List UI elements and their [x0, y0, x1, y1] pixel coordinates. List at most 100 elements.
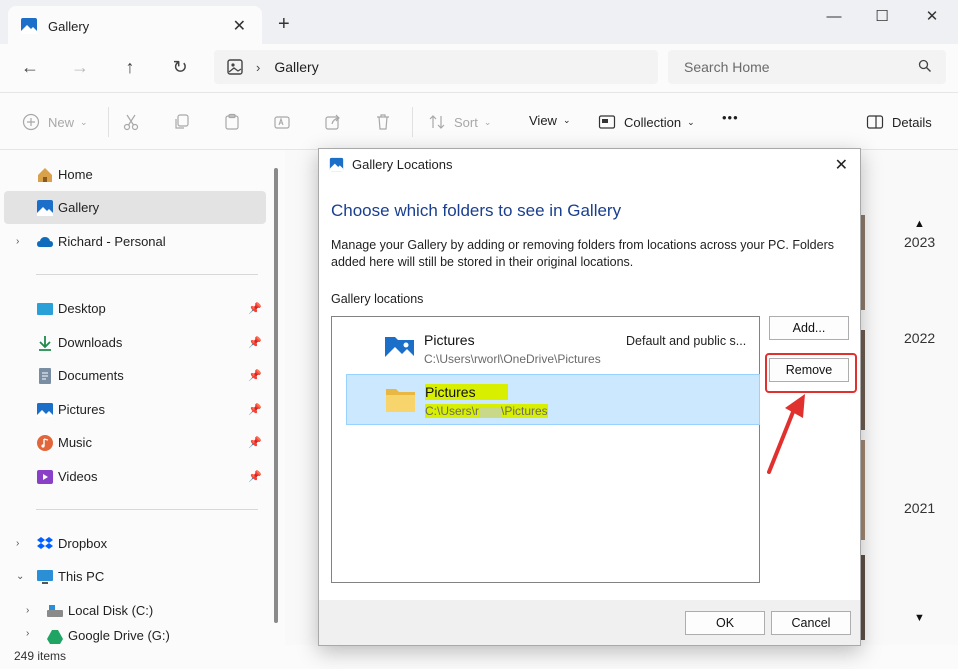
copy-icon[interactable] [173, 113, 191, 131]
search-icon [918, 59, 931, 72]
pin-icon[interactable]: 📌 [248, 403, 262, 416]
cut-icon[interactable] [122, 113, 140, 131]
location-path-end: \Pictures [501, 404, 548, 418]
location-path: C:\Users\r \Pictures [425, 404, 548, 418]
sidebar-item-documents[interactable]: Documents 📌 [4, 359, 266, 392]
share-icon[interactable] [324, 113, 342, 131]
location-row-selected[interactable]: Pictures C:\Users\r \Pictures [346, 374, 760, 425]
pin-icon[interactable]: 📌 [248, 302, 262, 315]
timeline-year[interactable]: 2021 [904, 500, 935, 516]
sidebar-item-label: Music [58, 435, 92, 450]
forward-button[interactable]: → [68, 56, 92, 80]
chevron-down-icon: ⌄ [483, 116, 492, 127]
address-bar[interactable]: › Gallery [214, 50, 658, 84]
chevron-down-icon: ⌄ [80, 116, 88, 127]
onedrive-cloud-icon [37, 236, 53, 247]
cancel-button[interactable]: Cancel [771, 611, 851, 635]
rename-icon[interactable] [273, 113, 291, 131]
chevron-right-icon[interactable]: › [16, 236, 19, 247]
sidebar-item-this-pc[interactable]: ⌄ This PC [4, 560, 266, 593]
back-button[interactable]: ← [18, 56, 42, 80]
chevron-down-icon[interactable]: ⌄ [16, 571, 24, 582]
dialog-close-icon[interactable]: ✕ [835, 155, 848, 175]
pin-icon[interactable]: 📌 [248, 336, 262, 349]
up-button[interactable]: ↑ [118, 56, 142, 80]
status-bar: 249 items [0, 645, 958, 669]
sort-label: Sort [454, 114, 478, 130]
location-row[interactable]: Pictures C:\Users\rworl\OneDrive\Picture… [346, 323, 760, 374]
minimize-button[interactable]: — [814, 6, 854, 30]
gallery-icon [21, 18, 37, 34]
timeline-year[interactable]: 2023 [904, 234, 935, 250]
sidebar-item-label: Google Drive (G:) [68, 628, 170, 643]
search-placeholder: Search Home [684, 59, 770, 75]
chevron-down-icon: ⌄ [687, 116, 695, 127]
view-button[interactable]: View ⌄ [529, 113, 571, 128]
sidebar-item-music[interactable]: Music 📌 [4, 426, 266, 459]
sidebar-item-label: Pictures [58, 402, 105, 417]
more-options-button[interactable]: ••• [722, 110, 739, 125]
locations-list[interactable]: Pictures C:\Users\rworl\OneDrive\Picture… [331, 316, 760, 583]
sidebar-item-google-drive[interactable]: › Google Drive (G:) [14, 628, 266, 645]
timeline-down-icon[interactable]: ▼ [914, 612, 925, 624]
command-bar: New ⌄ Sort ⌄ View ⌄ Collection ⌄ ••• Det… [0, 92, 958, 150]
gallery-icon [227, 59, 243, 75]
timeline-up-icon[interactable]: ▲ [914, 218, 925, 230]
sidebar-item-pictures[interactable]: Pictures 📌 [4, 393, 266, 426]
separator [412, 107, 413, 137]
chevron-down-icon: ⌄ [562, 115, 571, 125]
pin-icon[interactable]: 📌 [248, 436, 262, 449]
sidebar-item-richard-personal[interactable]: › Richard - Personal [4, 225, 266, 258]
details-button[interactable]: Details [866, 113, 932, 131]
delete-icon[interactable] [374, 113, 392, 131]
search-input[interactable]: Search Home [668, 50, 946, 84]
sidebar-item-downloads[interactable]: Downloads 📌 [4, 326, 266, 359]
maximize-button[interactable]: ☐ [862, 6, 902, 30]
location-name: Pictures [425, 384, 508, 400]
view-label: View [529, 113, 557, 128]
locations-label: Gallery locations [331, 292, 424, 306]
new-tab-button[interactable]: + [278, 14, 290, 34]
refresh-button[interactable]: ↻ [168, 56, 192, 80]
sidebar-item-label: Home [58, 167, 93, 182]
pin-icon[interactable]: 📌 [248, 470, 262, 483]
remove-button[interactable]: Remove [769, 358, 849, 382]
sidebar-item-home[interactable]: Home [4, 158, 266, 191]
sidebar-item-label: Documents [58, 368, 124, 383]
sidebar-item-label: Downloads [58, 335, 123, 350]
chevron-right-icon[interactable]: › [16, 538, 19, 549]
tab-gallery[interactable]: Gallery ✕ [8, 6, 262, 46]
details-label: Details [892, 114, 932, 130]
timeline-year[interactable]: 2022 [904, 330, 935, 346]
breadcrumb[interactable]: Gallery [274, 59, 318, 75]
dialog-description: Manage your Gallery by adding or removin… [331, 238, 834, 269]
sidebar-item-label: Local Disk (C:) [68, 603, 154, 618]
sidebar-item-videos[interactable]: Videos 📌 [4, 460, 266, 493]
sidebar-scrollbar[interactable] [274, 168, 278, 623]
sidebar-item-label: This PC [58, 569, 105, 584]
tab-title: Gallery [48, 18, 90, 34]
dialog-title: Gallery Locations [352, 157, 453, 172]
sidebar-item-dropbox[interactable]: › Dropbox [4, 527, 266, 560]
tab-close-icon[interactable]: ✕ [233, 16, 246, 36]
gallery-icon [37, 199, 53, 216]
paste-icon[interactable] [223, 113, 241, 131]
sidebar-item-desktop[interactable]: Desktop 📌 [4, 292, 266, 325]
close-window-button[interactable]: ✕ [912, 6, 952, 30]
collection-button[interactable]: Collection ⌄ [598, 113, 695, 131]
sidebar-item-label: Dropbox [58, 536, 108, 551]
folder-icon [386, 389, 415, 412]
ok-button[interactable]: OK [685, 611, 765, 635]
sidebar-item-local-disk[interactable]: › Local Disk (C:) [14, 594, 266, 627]
chevron-right-icon[interactable]: › [26, 628, 29, 639]
music-icon [37, 434, 53, 451]
sort-icon [429, 115, 445, 129]
add-button[interactable]: Add... [769, 316, 849, 340]
sidebar-divider [36, 509, 258, 510]
new-button[interactable]: New ⌄ [22, 113, 88, 131]
pin-icon[interactable]: 📌 [248, 369, 262, 382]
sort-button[interactable]: Sort ⌄ [428, 113, 491, 131]
address-row: ← → ↑ ↻ › Gallery Search Home [0, 44, 958, 92]
sidebar-item-gallery[interactable]: Gallery [4, 191, 266, 224]
chevron-right-icon[interactable]: › [26, 605, 29, 616]
